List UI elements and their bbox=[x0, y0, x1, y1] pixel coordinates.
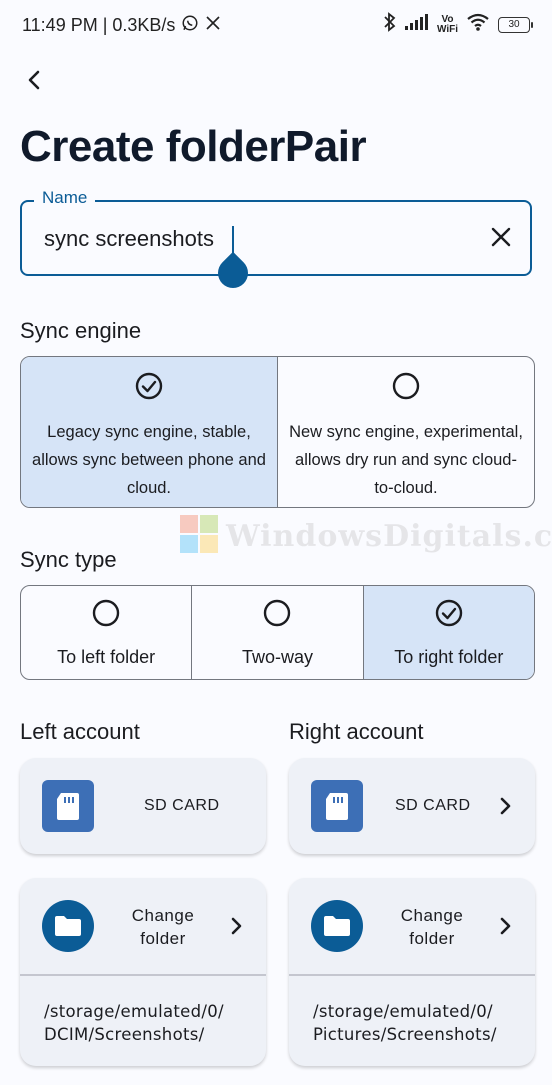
text-cursor bbox=[232, 226, 234, 254]
vowifi-indicator: Vo WiFi bbox=[436, 13, 458, 35]
sync-type-heading: Sync type bbox=[20, 547, 117, 572]
sd-card-icon bbox=[42, 780, 94, 832]
signal-icon bbox=[404, 14, 429, 35]
left-account-heading: Left account bbox=[20, 719, 140, 744]
radio-unchecked-icon bbox=[391, 371, 421, 406]
status-bar: 11:49 PM | 0.3KB/s Vo WiFi 30 bbox=[0, 0, 552, 50]
right-change-line2: folder bbox=[409, 929, 455, 948]
right-account-heading: Right account bbox=[289, 719, 424, 744]
card-divider bbox=[289, 974, 535, 976]
folder-icon bbox=[42, 900, 94, 952]
watermark: WindowsDigitals.com bbox=[180, 515, 552, 558]
engine-option-new-text: New sync engine, experimental, allows dr… bbox=[289, 423, 523, 497]
engine-option-new[interactable]: New sync engine, experimental, allows dr… bbox=[277, 357, 534, 507]
back-button[interactable] bbox=[18, 66, 50, 98]
sync-type-option-right[interactable]: To right folder bbox=[362, 586, 534, 679]
left-change-line2: folder bbox=[140, 929, 186, 948]
vowifi-top: Vo bbox=[441, 13, 454, 25]
check-circle-icon bbox=[134, 371, 164, 406]
page-title: Create folderPair bbox=[20, 122, 367, 171]
check-circle-icon bbox=[434, 598, 464, 633]
sync-type-option-two-way-label: Two-way bbox=[241, 647, 313, 667]
sync-type-option-left-label: To left folder bbox=[57, 647, 156, 667]
whatsapp-icon bbox=[181, 14, 199, 37]
arrow-back-icon bbox=[26, 70, 42, 95]
right-storage-card[interactable]: SD CARD bbox=[289, 758, 535, 854]
status-left: 11:49 PM | 0.3KB/s bbox=[22, 14, 221, 37]
left-folder-path: /storage/emulated/0/ DCIM/Screenshots/ bbox=[44, 1000, 224, 1046]
watermark-text: WindowsDigitals.com bbox=[226, 519, 552, 554]
radio-unchecked-icon bbox=[91, 598, 121, 633]
sd-card-icon bbox=[311, 780, 363, 832]
card-divider bbox=[20, 974, 266, 976]
name-field-label: Name bbox=[34, 188, 96, 208]
battery-icon: 30 bbox=[498, 16, 533, 33]
right-folder-card: Change folder /storage/emulated/0/ Pictu… bbox=[289, 878, 535, 1066]
status-right: Vo WiFi 30 bbox=[383, 12, 533, 37]
folder-icon bbox=[311, 900, 363, 952]
chevron-right-icon bbox=[499, 796, 513, 821]
right-path-line2: Pictures/Screenshots/ bbox=[313, 1025, 497, 1044]
status-time-speed: 11:49 PM | 0.3KB/s bbox=[22, 15, 176, 35]
right-change-folder-label: Change folder bbox=[397, 904, 467, 950]
chevron-right-icon bbox=[499, 916, 513, 941]
clear-button[interactable] bbox=[484, 222, 518, 256]
engine-option-legacy[interactable]: Legacy sync engine, stable, allows sync … bbox=[21, 357, 277, 507]
radio-unchecked-icon bbox=[262, 598, 292, 633]
sync-engine-selector: Legacy sync engine, stable, allows sync … bbox=[20, 356, 535, 508]
chevron-right-icon bbox=[230, 916, 244, 941]
sync-type-option-right-label: To right folder bbox=[394, 647, 504, 667]
left-change-folder-label: Change folder bbox=[128, 904, 198, 950]
x-logo-icon bbox=[205, 15, 221, 36]
left-path-line1: /storage/emulated/0/ bbox=[44, 1002, 224, 1021]
vowifi-bottom: WiFi bbox=[436, 23, 458, 35]
left-path-line2: DCIM/Screenshots/ bbox=[44, 1025, 205, 1044]
left-storage-label: SD CARD bbox=[144, 797, 220, 814]
sync-type-option-left[interactable]: To left folder bbox=[21, 586, 191, 679]
sync-engine-heading: Sync engine bbox=[20, 318, 142, 343]
windows-logo-icon bbox=[180, 515, 218, 558]
right-path-line1: /storage/emulated/0/ bbox=[313, 1002, 493, 1021]
right-change-line1: Change bbox=[400, 906, 464, 925]
left-folder-card: Change folder /storage/emulated/0/ DCIM/… bbox=[20, 878, 266, 1066]
sync-type-selector: To left folder Two-way To right folder bbox=[20, 585, 535, 680]
left-storage-card[interactable]: SD CARD bbox=[20, 758, 266, 854]
name-input[interactable]: sync screenshots bbox=[44, 226, 214, 252]
close-icon bbox=[490, 226, 512, 253]
right-storage-label: SD CARD bbox=[395, 797, 471, 814]
bluetooth-icon bbox=[383, 12, 397, 37]
engine-option-legacy-text: Legacy sync engine, stable, allows sync … bbox=[32, 423, 266, 497]
left-change-folder-button[interactable]: Change folder bbox=[20, 878, 266, 974]
right-folder-path: /storage/emulated/0/ Pictures/Screenshot… bbox=[313, 1000, 497, 1046]
left-change-line1: Change bbox=[131, 906, 195, 925]
wifi-icon bbox=[466, 13, 490, 36]
sync-type-option-two-way[interactable]: Two-way bbox=[191, 586, 362, 679]
right-change-folder-button[interactable]: Change folder bbox=[289, 878, 535, 974]
